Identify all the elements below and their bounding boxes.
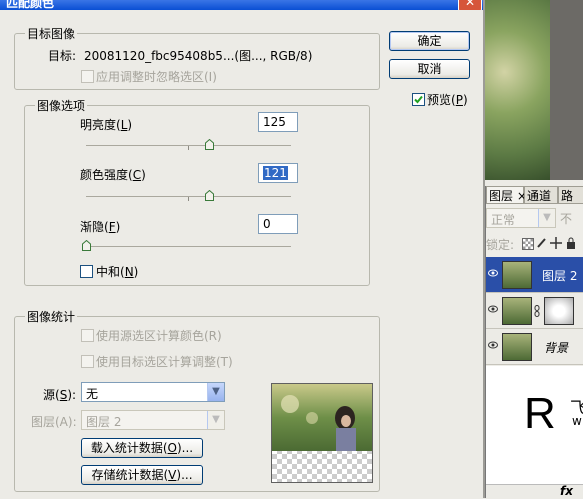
tab-channels[interactable]: 通道 xyxy=(524,186,558,204)
preview-label: 预览(P) xyxy=(427,93,468,107)
lock-move-icon[interactable] xyxy=(550,237,562,249)
color-intensity-input[interactable]: 121 xyxy=(258,163,298,183)
fade-slider-track[interactable] xyxy=(86,246,291,247)
layer-name[interactable]: 图层 2 xyxy=(542,267,577,284)
use-target-selection-label: 使用目标选区计算调整(T) xyxy=(96,355,233,369)
watermark-letter: R xyxy=(524,389,556,438)
chevron-down-icon[interactable]: ▼ xyxy=(538,209,555,227)
save-statistics-button[interactable]: 存储统计数据(V)... xyxy=(81,465,203,485)
watermark-text-2: w xyxy=(572,414,582,428)
layer-thumbnail xyxy=(502,261,532,289)
luminance-midpoint-tick xyxy=(188,146,189,150)
layer-thumbnail xyxy=(502,333,532,361)
preview-checkbox[interactable] xyxy=(412,93,425,106)
chain-link-icon[interactable] xyxy=(534,305,540,317)
layers-empty-area: R 飞 w xyxy=(486,366,583,498)
layer-row-layer-2[interactable]: 图层 2 xyxy=(486,257,583,293)
use-target-selection-checkbox[interactable] xyxy=(81,355,94,368)
lock-transparency-icon[interactable] xyxy=(522,238,534,250)
source-label: 源(S): xyxy=(43,388,77,402)
source-select[interactable]: 无 ▼ xyxy=(81,382,225,402)
canvas-photo xyxy=(485,0,550,180)
layer-thumbnail xyxy=(502,297,532,325)
layer-mask-thumbnail[interactable] xyxy=(544,297,574,325)
layer-name[interactable]: 背景 xyxy=(544,339,568,356)
ok-button[interactable]: 确定 xyxy=(389,31,470,51)
lock-label: 锁定: xyxy=(486,238,515,252)
tab-paths[interactable]: 路 xyxy=(558,186,583,204)
opacity-label: 不 xyxy=(560,212,573,226)
color-intensity-midpoint-tick xyxy=(188,197,189,201)
layer-label: 图层(A): xyxy=(31,415,77,429)
statistics-preview-thumbnail xyxy=(271,383,373,483)
lock-all-icon[interactable] xyxy=(566,237,576,249)
blend-mode-select[interactable]: 正常 ▼ xyxy=(486,208,556,228)
lock-brush-icon[interactable] xyxy=(536,237,548,249)
ignore-selection-label: 应用调整时忽略选区(I) xyxy=(96,70,217,84)
luminance-label: 明亮度(L) xyxy=(80,118,133,132)
image-options-group: 图像选项 xyxy=(24,97,370,286)
checkmark-icon xyxy=(414,95,423,104)
preview-image xyxy=(272,384,372,482)
blend-mode-value: 正常 xyxy=(491,213,516,227)
cancel-button[interactable]: 取消 xyxy=(389,59,470,79)
load-statistics-button[interactable]: 载入统计数据(O)... xyxy=(81,438,203,458)
eye-icon[interactable] xyxy=(488,269,498,277)
layer-row-background[interactable]: 背景 xyxy=(486,329,583,365)
tab-layers[interactable]: 图层 × xyxy=(486,186,527,204)
eye-icon[interactable] xyxy=(488,341,498,349)
match-color-dialog: 匹配颜色 ✕ 目标图像 目标: 20081120_fbc95408b5...(图… xyxy=(0,0,485,498)
use-source-selection-label: 使用源选区计算颜色(R) xyxy=(96,329,222,343)
fade-slider-thumb[interactable] xyxy=(82,240,91,251)
image-options-legend: 图像选项 xyxy=(37,99,86,113)
luminance-slider-thumb[interactable] xyxy=(205,139,214,150)
fx-icon[interactable]: fx xyxy=(560,484,573,498)
chevron-down-icon[interactable]: ▼ xyxy=(207,383,224,401)
layer-row-masked[interactable] xyxy=(486,293,583,329)
target-label: 目标: xyxy=(48,49,77,63)
canvas-edge xyxy=(550,0,583,180)
target-value: 20081120_fbc95408b5...(图..., RGB/8) xyxy=(84,49,313,63)
neutralize-checkbox[interactable] xyxy=(80,265,93,278)
source-select-value: 无 xyxy=(86,387,99,401)
use-source-selection-checkbox[interactable] xyxy=(81,329,94,342)
neutralize-label: 中和(N) xyxy=(96,265,139,279)
layers-footer: fx xyxy=(486,484,583,499)
image-statistics-legend: 图像统计 xyxy=(27,310,76,324)
color-intensity-slider-thumb[interactable] xyxy=(205,190,214,201)
close-icon[interactable]: ✕ xyxy=(458,0,482,10)
fade-label: 渐隐(F) xyxy=(80,220,121,234)
ignore-selection-checkbox[interactable] xyxy=(81,70,94,83)
layers-panel: 图层 × 通道 路 正常 ▼ 不 锁定: 图层 2 背景 R 飞 w fx xyxy=(485,186,583,499)
layer-select[interactable]: 图层 2 ▼ xyxy=(81,410,225,430)
target-image-legend: 目标图像 xyxy=(27,27,76,41)
chevron-down-icon[interactable]: ▼ xyxy=(207,411,224,429)
fade-input[interactable]: 0 xyxy=(258,214,298,234)
color-intensity-label: 颜色强度(C) xyxy=(80,168,146,182)
title-bar[interactable]: 匹配颜色 ✕ xyxy=(0,0,483,10)
dialog-title: 匹配颜色 xyxy=(6,0,55,10)
luminance-input[interactable]: 125 xyxy=(258,112,298,132)
eye-icon[interactable] xyxy=(488,305,498,313)
layer-select-value: 图层 2 xyxy=(86,415,122,429)
